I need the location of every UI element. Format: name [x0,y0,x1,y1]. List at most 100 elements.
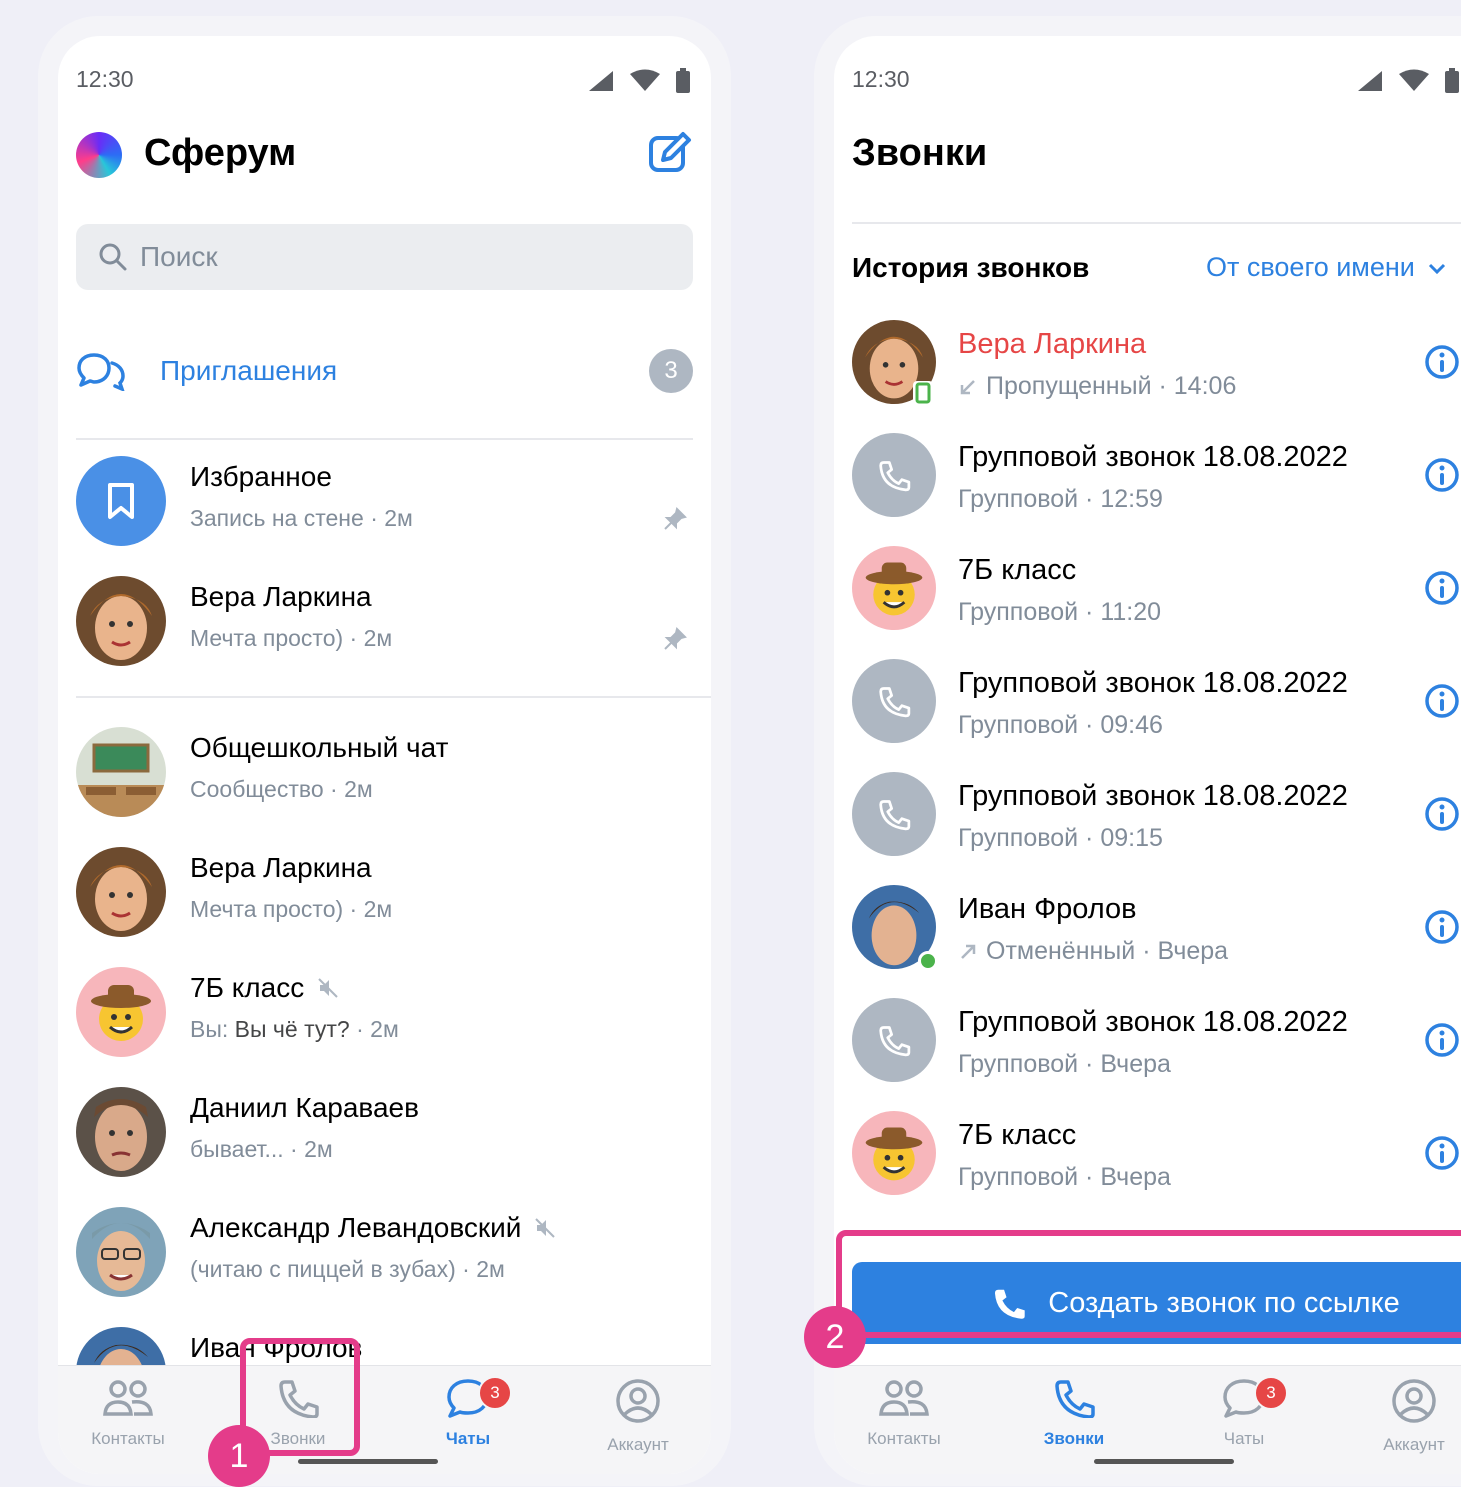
info-icon[interactable] [1424,683,1460,719]
home-indicator [1094,1459,1234,1464]
contacts-icon [103,1380,153,1416]
group-call-avatar [852,433,936,517]
section-title: История звонков [852,252,1090,283]
call-details: Групповой · Вчера [958,1163,1171,1191]
tab-calls[interactable]: Звонки [994,1378,1154,1449]
step-marker-2: 2 [804,1306,866,1368]
chat-row[interactable]: Даниил Караваев бывает... · 2м [76,1082,693,1182]
chat-row[interactable]: Вера Ларкина Мечта просто) · 2м [76,571,693,671]
online-indicator [918,951,938,971]
invitations-row[interactable]: Приглашения 3 [76,341,693,401]
favorites-avatar [76,456,166,546]
tab-chats[interactable]: 3 Чаты [388,1376,548,1449]
avatar-7b-class [852,1111,936,1195]
chat-preview: Запись на стене · 2м [190,505,413,531]
caller-identity-dropdown[interactable]: От своего имени [1206,252,1446,283]
chat-preview: Сообщество · 2м [190,776,373,802]
caller-name: Вера Ларкина [958,328,1147,360]
call-row[interactable]: Иван Фролов Отменённый · Вчера [852,885,1461,998]
mobile-online-icon [913,381,933,405]
tab-contacts[interactable]: Контакты [834,1378,984,1449]
avatar-alexander [76,1207,166,1297]
chat-name: Вера Ларкина [190,581,372,612]
home-indicator [298,1459,438,1464]
chat-row[interactable]: Вера Ларкина Мечта просто) · 2м [76,842,693,942]
account-icon [1392,1379,1436,1423]
info-icon[interactable] [1424,1135,1460,1171]
call-row[interactable]: Групповой звонок 18.08.2022 Групповой · … [852,772,1461,885]
group-call-avatar [852,998,936,1082]
caller-name: Групповой звонок 18.08.2022 [958,1006,1348,1038]
call-row[interactable]: Групповой звонок 18.08.2022 Групповой · … [852,433,1461,546]
phone-chats: 12:30 Сферум Поиск Приглашения 3 Избранн… [38,16,731,1486]
info-icon[interactable] [1424,570,1460,606]
call-row[interactable]: Групповой звонок 18.08.2022 Групповой · … [852,998,1461,1111]
divider [76,438,693,440]
chat-name: Избранное [190,461,332,492]
status-icons [1356,68,1460,94]
signal-icon [589,71,613,91]
info-icon[interactable] [1424,344,1460,380]
status-time: 12:30 [852,66,910,92]
tab-label: Контакты [91,1429,165,1448]
avatar-school-chat [76,727,166,817]
info-icon[interactable] [1424,1022,1460,1058]
call-details: Отменённый · Вчера [958,937,1228,966]
chat-preview: Вы: Вы чё тут? · 2м [190,1016,399,1042]
avatar-7b-class [76,967,166,1057]
signal-icon [1358,71,1382,91]
highlight-create-call-button [836,1230,1461,1338]
wifi-icon [630,69,660,91]
phone-icon [879,1026,911,1057]
info-icon[interactable] [1424,796,1460,832]
chat-name: Даниил Караваев [190,1092,420,1123]
info-icon[interactable] [1424,457,1460,493]
tab-account[interactable]: Аккаунт [558,1378,711,1455]
compose-icon[interactable] [647,130,693,176]
chat-row[interactable]: Общешкольный чат Сообщество · 2м [76,722,693,822]
contacts-icon [879,1380,929,1416]
call-details: Групповой · 12:59 [958,485,1163,513]
avatar-7b-class [852,546,936,630]
call-row[interactable]: 7Б класс Групповой · Вчера [852,1111,1461,1224]
phone-icon [1055,1380,1095,1419]
chat-row[interactable]: 7Б класс Вы: Вы чё тут? · 2м [76,962,693,1062]
search-icon [99,243,127,271]
tab-account[interactable]: Аккаунт [1334,1378,1461,1455]
avatar-vera [76,576,166,666]
call-row[interactable]: Групповой звонок 18.08.2022 Групповой · … [852,659,1461,772]
call-details: Групповой · 11:20 [958,598,1162,626]
tab-label: Чаты [445,1429,491,1448]
info-icon[interactable] [1424,909,1460,945]
chat-name: Общешкольный чат [190,732,449,763]
caller-name: Иван Фролов [958,893,1137,925]
caller-name: 7Б класс [958,554,1077,586]
chat-preview: Мечта просто) · 2м [190,896,393,922]
tab-label: Аккаунт [1383,1435,1445,1454]
missed-call-arrow-icon [960,379,975,394]
phone-icon [879,461,911,492]
search-input[interactable]: Поиск [76,224,693,290]
tab-bar: Контакты Звонки 3 Чаты Аккаунт [834,1365,1461,1474]
chat-name: Александр Левандовский [190,1212,557,1244]
invitations-count-badge: 3 [649,349,693,393]
avatar-daniil [76,1087,166,1177]
chat-preview: Мечта просто) · 2м [190,625,393,651]
call-row[interactable]: Вера Ларкина Пропущенный · 14:06 [852,320,1461,433]
invitations-icon [77,353,125,391]
tab-bar: Контакты Звонки 3 Чаты Аккаунт [58,1365,711,1474]
chats-screen: 12:30 Сферум Поиск Приглашения 3 Избранн… [58,36,711,1474]
battery-icon [1445,68,1459,93]
call-row[interactable]: 7Б класс Групповой · 11:20 [852,546,1461,659]
wifi-icon [1399,69,1429,91]
tab-label: Аккаунт [607,1435,669,1454]
outgoing-call-arrow-icon [961,944,976,959]
search-placeholder: Поиск [140,241,218,272]
bookmark-icon [108,483,134,519]
chat-row[interactable]: Александр Левандовский (читаю с пиццей в… [76,1202,693,1302]
tab-contacts[interactable]: Контакты [58,1378,208,1449]
tab-chats[interactable]: 3 Чаты [1164,1376,1324,1449]
chat-row-favorites[interactable]: Избранное Запись на стене · 2м [76,451,693,551]
pin-icon [664,627,687,650]
chat-preview: бывает... · 2м [190,1136,333,1162]
